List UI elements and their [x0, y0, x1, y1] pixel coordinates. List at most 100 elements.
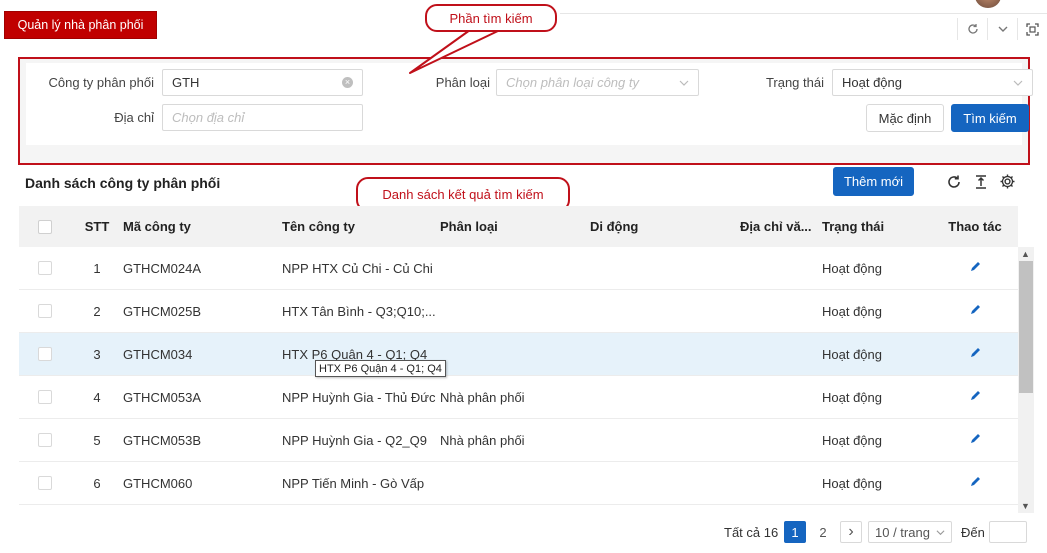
- edit-icon[interactable]: [969, 303, 982, 316]
- col-actions: Thao tác: [948, 219, 1002, 234]
- row-stt: 5: [93, 432, 101, 448]
- col-status[interactable]: Trạng thái: [822, 219, 932, 234]
- page-tab-title[interactable]: Quản lý nhà phân phối: [4, 11, 157, 39]
- chevron-down-icon[interactable]: [987, 18, 1017, 40]
- reset-button[interactable]: Mặc định: [866, 104, 944, 132]
- row-checkbox[interactable]: [38, 347, 52, 361]
- search-form: Công ty phân phối GTH × Phân loại Chọn p…: [26, 63, 1033, 145]
- row-checkbox[interactable]: [38, 390, 52, 404]
- column-height-icon[interactable]: [971, 172, 990, 191]
- table-row[interactable]: 6 GTHCM060 NPP Tiến Minh - Gò Vấp Hoạt đ…: [19, 462, 1018, 505]
- name-tooltip: HTX P6 Quận 4 - Q1; Q4: [315, 360, 446, 377]
- row-checkbox-cell: [19, 347, 71, 361]
- search-callout: Phần tìm kiếm: [425, 4, 557, 32]
- row-checkbox[interactable]: [38, 476, 52, 490]
- search-panel: Công ty phân phối GTH × Phân loại Chọn p…: [18, 57, 1033, 165]
- row-stt: 2: [93, 303, 101, 319]
- col-address[interactable]: Địa chỉ vă...: [740, 219, 822, 234]
- status-label: Trạng thái: [765, 75, 824, 90]
- table-row[interactable]: 3 GTHCM034 HTX P6 Quận 4 - Q1; Q4 Hoạt đ…: [19, 333, 1018, 376]
- goto-page-input[interactable]: [989, 521, 1027, 543]
- row-name: NPP HTX Củ Chi - Củ Chi: [282, 260, 433, 276]
- chevron-down-icon: [1013, 80, 1023, 86]
- goto-label: Đến: [961, 524, 985, 540]
- col-mobile[interactable]: Di động: [590, 219, 740, 234]
- address-placeholder: Chọn địa chỉ: [172, 110, 245, 125]
- row-status: Hoạt động: [822, 475, 882, 491]
- col-stt: STT: [84, 219, 110, 234]
- row-actions: [932, 346, 1018, 362]
- row-stt: 4: [93, 389, 101, 405]
- row-checkbox-cell: [19, 261, 71, 275]
- row-actions: [932, 432, 1018, 448]
- row-actions: [932, 260, 1018, 276]
- search-button[interactable]: Tìm kiếm: [951, 104, 1029, 132]
- scroll-up-icon[interactable]: ▲: [1021, 249, 1030, 259]
- col-name[interactable]: Tên công ty: [282, 219, 440, 234]
- table-row[interactable]: 2 GTHCM025B HTX Tân Bình - Q3;Q10;... Ho…: [19, 290, 1018, 333]
- page-size-select[interactable]: 10 / trang: [868, 521, 952, 543]
- page-2-button[interactable]: 2: [812, 521, 834, 543]
- results-table: STT Mã công ty Tên công ty Phân loại Di …: [19, 206, 1018, 505]
- row-status: Hoạt động: [822, 346, 882, 362]
- row-checkbox-cell: [19, 390, 71, 404]
- row-checkbox-cell: [19, 304, 71, 318]
- table-header: STT Mã công ty Tên công ty Phân loại Di …: [19, 206, 1018, 247]
- top-toolbar: [957, 18, 1047, 40]
- row-actions: [932, 475, 1018, 491]
- select-all-checkbox-cell: [19, 219, 71, 234]
- row-checkbox-cell: [19, 476, 71, 490]
- category-select[interactable]: Chọn phân loại công ty: [496, 69, 699, 96]
- list-title: Danh sách công ty phân phối: [25, 175, 221, 191]
- row-checkbox[interactable]: [38, 261, 52, 275]
- gear-icon[interactable]: [998, 172, 1017, 191]
- row-stt: 1: [93, 260, 101, 276]
- edit-icon[interactable]: [969, 475, 982, 488]
- reload-icon[interactable]: [957, 18, 987, 40]
- row-actions: [932, 389, 1018, 405]
- row-code: GTHCM060: [123, 475, 193, 491]
- row-status: Hoạt động: [822, 432, 882, 448]
- row-status: Hoạt động: [822, 389, 882, 405]
- next-page-button[interactable]: ›: [840, 521, 862, 543]
- refresh-icon[interactable]: [944, 172, 963, 191]
- row-code: GTHCM053B: [123, 432, 202, 448]
- table-row[interactable]: 5 GTHCM053B NPP Huỳnh Gia - Q2_Q9 Nhà ph…: [19, 419, 1018, 462]
- row-stt: 6: [93, 475, 101, 491]
- select-all-checkbox[interactable]: [38, 219, 52, 234]
- row-code: GTHCM025B: [123, 303, 202, 319]
- edit-icon[interactable]: [969, 260, 982, 273]
- table-row[interactable]: 4 GTHCM053A NPP Huỳnh Gia - Thủ Đức Nhà …: [19, 376, 1018, 419]
- row-category: Nhà phân phối: [440, 389, 525, 405]
- add-new-button[interactable]: Thêm mới: [833, 167, 914, 196]
- user-avatar[interactable]: [975, 0, 1001, 8]
- edit-icon[interactable]: [969, 346, 982, 359]
- table-row[interactable]: 1 GTHCM024A NPP HTX Củ Chi - Củ Chi Hoạt…: [19, 247, 1018, 290]
- row-checkbox[interactable]: [38, 433, 52, 447]
- clear-icon[interactable]: ×: [342, 77, 353, 88]
- address-label: Địa chỉ: [114, 110, 154, 125]
- row-category: Nhà phân phối: [440, 432, 525, 448]
- status-select[interactable]: Hoạt động: [832, 69, 1033, 96]
- list-toolbar: [944, 172, 1017, 191]
- fullscreen-icon[interactable]: [1017, 18, 1047, 40]
- scroll-down-icon[interactable]: ▼: [1021, 501, 1030, 511]
- row-name: NPP Huỳnh Gia - Q2_Q9: [282, 432, 427, 448]
- edit-icon[interactable]: [969, 389, 982, 402]
- chevron-down-icon: [936, 530, 945, 536]
- category-label: Phân loại: [435, 75, 490, 90]
- table-scrollbar[interactable]: ▲ ▼: [1018, 247, 1034, 513]
- scrollbar-thumb[interactable]: [1019, 261, 1033, 393]
- row-code: GTHCM053A: [123, 389, 202, 405]
- page-1-button[interactable]: 1: [784, 521, 806, 543]
- row-checkbox[interactable]: [38, 304, 52, 318]
- row-name: HTX Tân Bình - Q3;Q10;...: [282, 303, 436, 319]
- col-category[interactable]: Phân loại: [440, 219, 590, 234]
- company-input[interactable]: GTH ×: [162, 69, 363, 96]
- address-input[interactable]: Chọn địa chỉ: [162, 104, 363, 131]
- company-label: Công ty phân phối: [48, 75, 154, 90]
- row-checkbox-cell: [19, 433, 71, 447]
- edit-icon[interactable]: [969, 432, 982, 445]
- row-actions: [932, 303, 1018, 319]
- col-code[interactable]: Mã công ty: [123, 219, 282, 234]
